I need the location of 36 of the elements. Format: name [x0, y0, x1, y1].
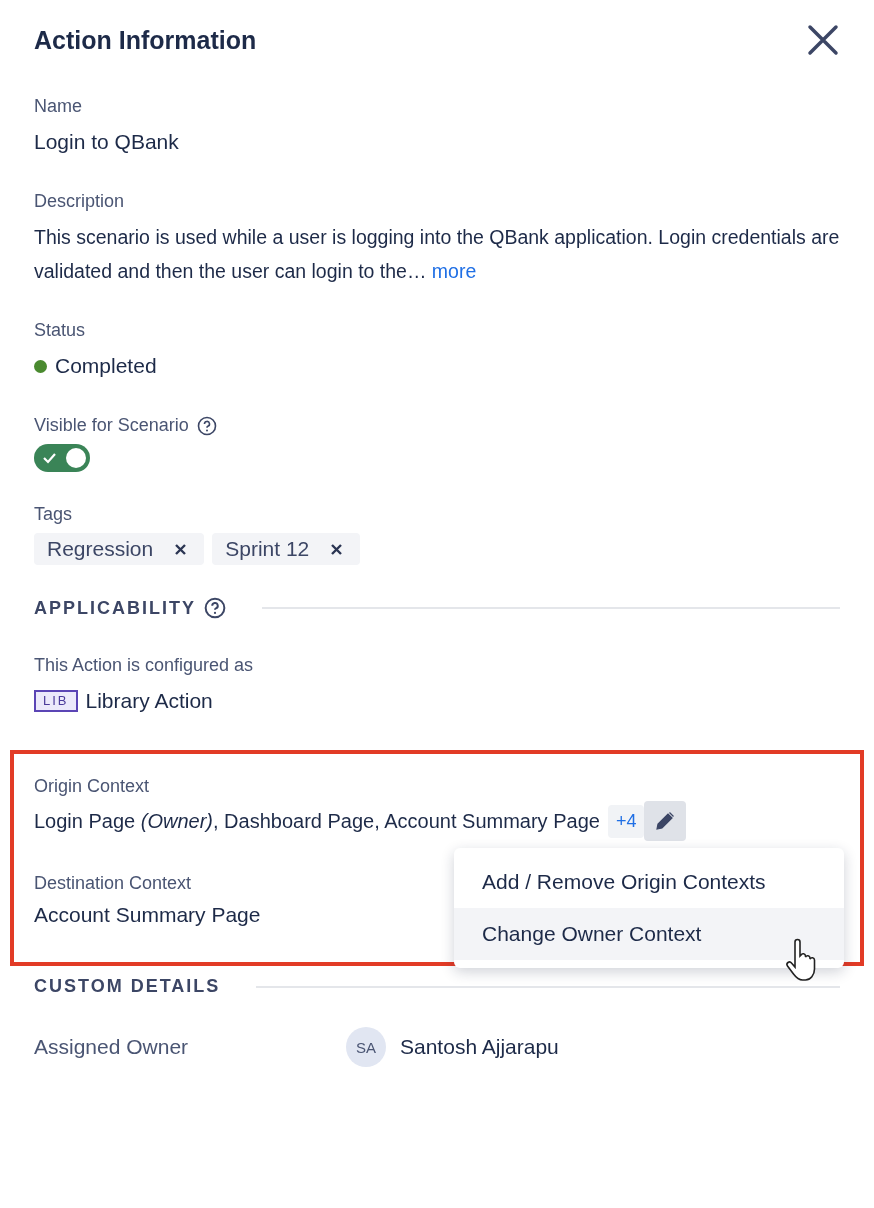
remove-tag-button[interactable]: [331, 543, 343, 555]
field-label: This Action is configured as: [34, 655, 254, 676]
owner-name: Santosh Ajjarapu: [400, 1034, 559, 1060]
status-text: Completed: [55, 353, 157, 379]
field-label: Description: [34, 191, 125, 212]
origin-context-list: Login Page (Owner), Dashboard Page, Account Summary Page: [34, 809, 600, 833]
lib-badge: LIB: [34, 690, 78, 712]
help-icon[interactable]: [196, 415, 217, 436]
check-icon: [43, 452, 56, 464]
tag-label: Regression: [47, 537, 154, 561]
menu-item[interactable]: Change Owner Context: [454, 908, 844, 960]
more-count-badge[interactable]: +4: [607, 804, 645, 838]
field-label: Destination Context: [34, 873, 192, 894]
help-icon[interactable]: [204, 597, 226, 619]
field-label: Visible for Scenario: [34, 415, 189, 436]
more-link[interactable]: more: [431, 260, 477, 282]
field-value: Account Summary Page: [34, 902, 261, 928]
field-label: Status: [34, 320, 86, 341]
field-label: Name: [34, 96, 82, 117]
field-label: Assigned Owner: [34, 1035, 190, 1059]
pencil-icon: [655, 811, 676, 831]
visibility-toggle[interactable]: [34, 444, 90, 472]
close-button[interactable]: [806, 23, 840, 57]
field-label: Origin Context: [34, 776, 150, 797]
panel-title: Action Information: [34, 25, 257, 55]
edit-button[interactable]: [644, 801, 687, 841]
description-text: This scenario is used while a user is logging into the QBank application. Login credentials are validated and then the user can login to the… more: [34, 225, 840, 284]
action-type: Library Action: [85, 688, 213, 714]
menu-item[interactable]: Add / Remove Origin Contexts: [454, 856, 844, 908]
remove-tag-button[interactable]: [175, 543, 187, 555]
field-value: Login to QBank: [34, 129, 179, 155]
section-heading: APPLICABILITY: [34, 597, 196, 619]
user-avatar: SA: [346, 1027, 386, 1067]
section-heading: CUSTOM DETAILS: [34, 976, 221, 997]
field-label: Tags: [34, 504, 73, 525]
tag-label: Sprint 12: [225, 537, 310, 561]
